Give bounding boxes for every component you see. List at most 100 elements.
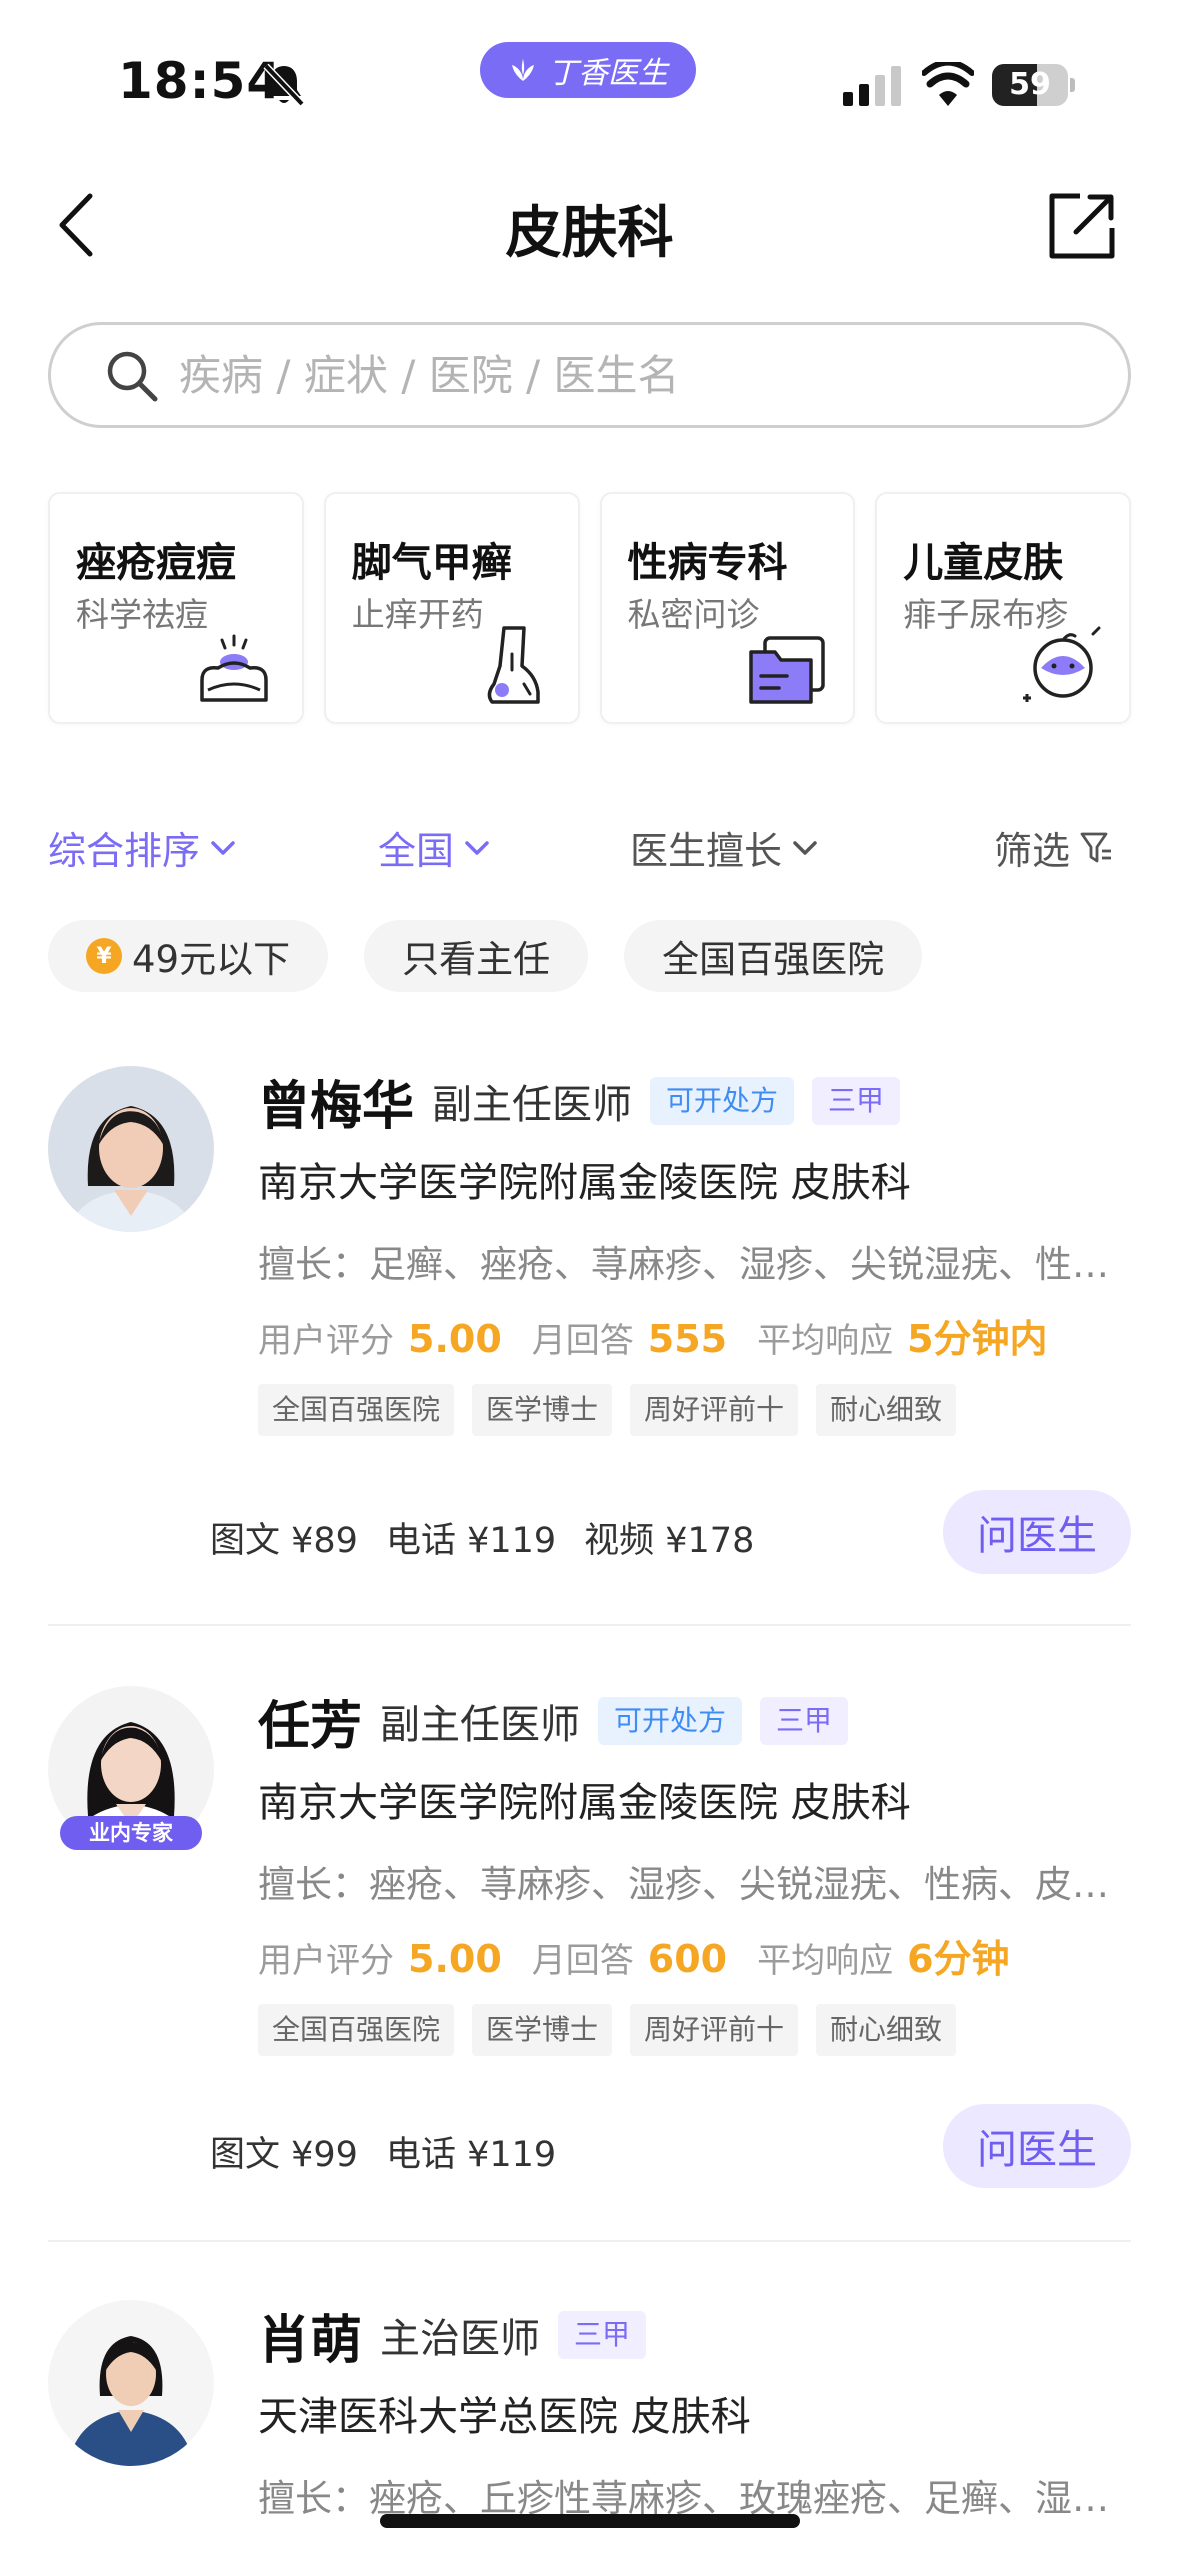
- battery-percent: 59: [1009, 67, 1051, 102]
- price-phone: 电话 ¥119: [385, 2135, 557, 2175]
- quick-filter-chips: ¥ 49元以下 只看主任 全国百强医院: [48, 920, 923, 994]
- doctor-tag: 耐心细致: [816, 1384, 957, 1436]
- doctor-specialty: 擅长：痤疮、荨麻疹、湿疹、尖锐湿疣、性病、皮炎、足癣: [258, 1863, 1131, 1904]
- category-card-foot[interactable]: 脚气甲癣 止痒开药: [323, 492, 580, 724]
- answers-value: 555: [647, 1317, 728, 1361]
- filter-funnel-icon: [1080, 832, 1112, 862]
- category-title: 儿童皮肤: [903, 540, 1064, 586]
- doctor-tag: 周好评前十: [630, 2004, 799, 2056]
- category-card-acne[interactable]: 痤疮痘痘 科学祛痘: [48, 492, 304, 724]
- doctor-name-line: 肖萌 主治医师 三甲: [258, 2300, 1131, 2371]
- doctor-prices: 图文 ¥89 电话 ¥119 视频 ¥178: [210, 1512, 754, 1563]
- doctor-stats: 用户评分 5.00 月回答 600 平均响应 6分钟: [258, 1928, 1131, 1981]
- status-time: 18:54: [118, 52, 283, 110]
- doctor-title: 副主任医师: [380, 1702, 581, 1748]
- chip-director-only[interactable]: 只看主任: [364, 920, 589, 992]
- doctor-info: 任芳 副主任医师 可开处方 三甲 南京大学医学院附属金陵医院 皮肤科 擅长：痤疮…: [258, 1686, 1131, 2056]
- doctor-title: 副主任医师: [432, 1082, 633, 1128]
- avatar: [48, 2300, 214, 2466]
- chip-top-hospitals[interactable]: 全国百强医院: [624, 920, 923, 992]
- doctor-hospital: 南京大学医学院附属金陵医院 皮肤科: [258, 1780, 911, 1826]
- doctor-tags: 全国百强医院 医学博士 周好评前十 耐心细致: [258, 2004, 1131, 2056]
- doctor-info: 肖萌 主治医师 三甲 天津医科大学总医院 皮肤科 擅长：痤疮、丘疹性荨麻疹、玫瑰…: [258, 2300, 1131, 2519]
- page-title: 皮肤科: [505, 201, 674, 266]
- category-title: 性病专科: [627, 540, 788, 586]
- wifi-icon: [922, 62, 974, 106]
- chip-price-label: 49元以下: [132, 938, 291, 981]
- doctor-tag: 全国百强医院: [258, 2004, 455, 2056]
- search-icon: [107, 351, 158, 402]
- hospital-grade-badge: 三甲: [812, 1077, 901, 1125]
- doctor-name-line: 任芳 副主任医师 可开处方 三甲: [258, 1686, 1131, 1757]
- expertise-label: 医生擅长: [630, 829, 783, 873]
- doctor-info: 曾梅华 副主任医师 可开处方 三甲 南京大学医学院附属金陵医院 皮肤科 擅长：足…: [258, 1066, 1131, 1436]
- sort-dropdown[interactable]: 综合排序: [48, 820, 236, 875]
- price-text: 图文 ¥89: [210, 1521, 358, 1561]
- app-indicator-label: 丁香医生: [548, 56, 668, 91]
- cellular-signal-icon: [843, 66, 901, 106]
- doctor-tag: 周好评前十: [630, 1384, 799, 1436]
- chevron-down-icon: [793, 840, 817, 855]
- ask-doctor-button[interactable]: 问医生: [943, 1490, 1131, 1574]
- doctor-prices: 图文 ¥99 电话 ¥119: [210, 2126, 556, 2177]
- answers-value: 600: [647, 1937, 728, 1981]
- doctor-stats: 用户评分 5.00 月回答 555 平均响应 5分钟内: [258, 1308, 1131, 1361]
- expertise-dropdown[interactable]: 医生擅长: [630, 820, 818, 875]
- region-label: 全国: [378, 829, 455, 873]
- doctor-specialty: 擅长：足癣、痤疮、荨麻疹、湿疹、尖锐湿疣、性病、带状疱疹: [258, 1243, 1131, 1284]
- foot-icon: [487, 626, 540, 704]
- answers-label: 月回答: [531, 1321, 634, 1361]
- filter-label: 筛选: [994, 829, 1071, 873]
- hospital-grade-badge: 三甲: [760, 1697, 849, 1745]
- avatar: [48, 1066, 214, 1232]
- chevron-down-icon: [465, 840, 489, 855]
- price-text: 图文 ¥99: [210, 2135, 358, 2175]
- price-video: 视频 ¥178: [584, 1521, 755, 1561]
- chip-price[interactable]: ¥ 49元以下: [48, 920, 329, 992]
- status-bar: 18:54 丁香医生 59: [0, 0, 1179, 150]
- price-phone: 电话 ¥119: [385, 1521, 557, 1561]
- battery-indicator: 59: [992, 64, 1076, 106]
- rating-label: 用户评分: [258, 1321, 394, 1361]
- doctor-tag: 全国百强医院: [258, 1384, 455, 1436]
- doctor-name: 肖萌: [258, 2310, 363, 2371]
- answers-label: 月回答: [531, 1941, 634, 1981]
- rating-value: 5.00: [408, 1317, 502, 1361]
- doctor-specialty: 擅长：痤疮、丘疹性荨麻疹、玫瑰痤疮、足癣、湿疹、皮炎: [258, 2477, 1131, 2518]
- category-title: 脚气甲癣: [351, 540, 512, 586]
- doctor-tag: 耐心细致: [816, 2004, 957, 2056]
- prescription-badge: 可开处方: [650, 1077, 795, 1125]
- expert-badge: 业内专家: [60, 1816, 202, 1850]
- battery-shell: 59: [992, 64, 1068, 106]
- doctor-tag: 医学博士: [472, 2004, 613, 2056]
- sort-label: 综合排序: [48, 829, 201, 873]
- category-title: 痤疮痘痘: [76, 540, 236, 586]
- pimple-skin-icon: [200, 634, 268, 702]
- folder-icon: [749, 636, 825, 704]
- home-indicator: [380, 2514, 800, 2528]
- category-card-children[interactable]: 儿童皮肤 痱子尿布疹: [875, 492, 1131, 724]
- response-label: 平均响应: [757, 1941, 894, 1981]
- divider: [48, 2240, 1131, 2242]
- filter-button[interactable]: 筛选: [994, 820, 1112, 875]
- region-dropdown[interactable]: 全国: [378, 820, 490, 875]
- share-external-icon[interactable]: [1046, 190, 1118, 262]
- doctor-card[interactable]: 业内专家 任芳 副主任医师 可开处方 三甲 南京大学医学院附属金陵医院 皮肤科 …: [48, 1686, 1131, 2056]
- response-label: 平均响应: [757, 1321, 894, 1361]
- search-input[interactable]: [179, 350, 1059, 400]
- search-bar[interactable]: [48, 322, 1131, 428]
- app-indicator-pill[interactable]: 丁香医生: [480, 42, 696, 98]
- doctor-tag: 医学博士: [472, 1384, 613, 1436]
- doctor-title: 主治医师: [380, 2316, 541, 2362]
- ask-doctor-button[interactable]: 问医生: [943, 2104, 1131, 2188]
- doctor-hospital: 南京大学医学院附属金陵医院 皮肤科: [258, 1160, 911, 1206]
- category-card-std[interactable]: 性病专科 私密问诊: [599, 492, 856, 724]
- doctor-name: 任芳: [258, 1696, 363, 1757]
- prescription-badge: 可开处方: [598, 1697, 743, 1745]
- leaf-icon: [512, 59, 534, 81]
- bell-muted-icon: [263, 63, 305, 107]
- battery-cap: [1070, 78, 1075, 92]
- doctor-card[interactable]: 曾梅华 副主任医师 可开处方 三甲 南京大学医学院附属金陵医院 皮肤科 擅长：足…: [48, 1066, 1131, 1436]
- baby-face-icon: [1023, 626, 1101, 702]
- doctor-tags: 全国百强医院 医学博士 周好评前十 耐心细致: [258, 1384, 1131, 1436]
